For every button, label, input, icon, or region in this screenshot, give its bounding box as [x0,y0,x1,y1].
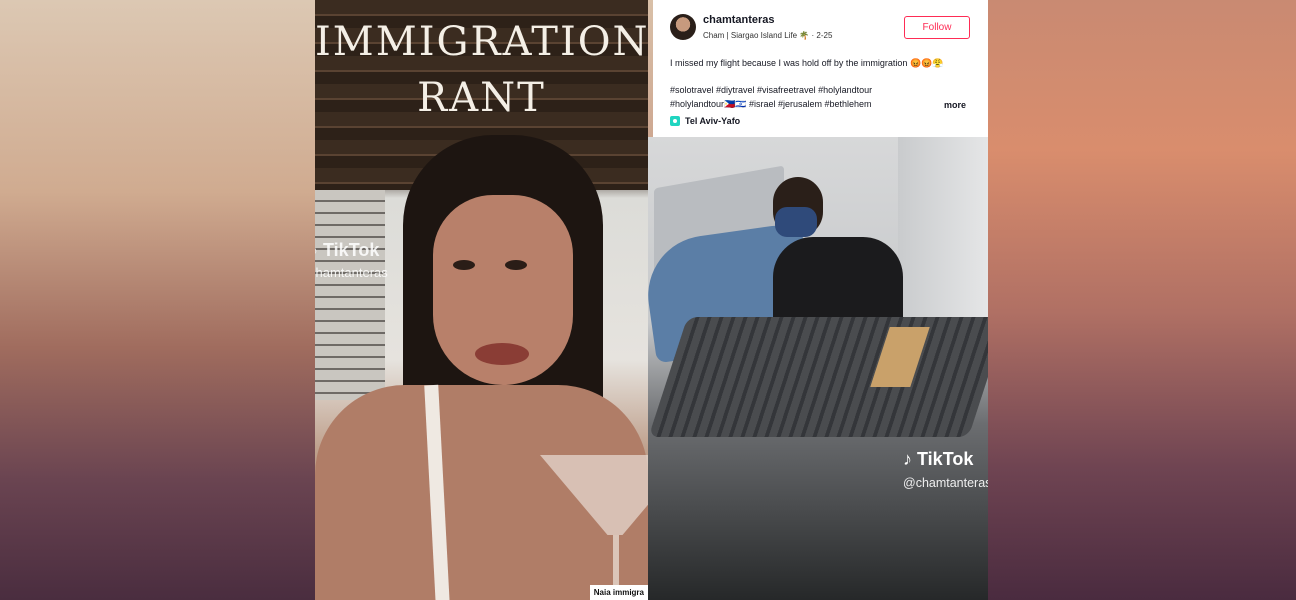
woman-figure [315,135,648,600]
post-card: chamtanteras Cham | Siargao Island Life … [653,0,988,137]
watermark-handle: chamtanteras [315,265,388,280]
face-mask [775,207,817,237]
watermark-handle: @chamtanteras [903,476,988,490]
hashtags-line2[interactable]: #holylandtour🇵🇭🇮🇱 #israel #jerusalem #be… [670,99,960,110]
tiktok-logo-icon: ♪ TikTok [903,449,974,469]
location-pin-icon [670,116,680,126]
video-title: IMMIGRATION RANT [315,14,648,126]
background-right [988,0,1296,600]
avatar[interactable] [670,14,696,40]
tiktok-logo-icon: ♪ TikTok [315,240,388,261]
left-video-frame[interactable]: IMMIGRATION RANT ♪ TikTok chamtanteras N… [315,0,648,600]
tiktok-brand-text: TikTok [323,240,380,260]
wall-panel [898,137,988,317]
tiktok-watermark-right: ♪ TikTok @chamtanteras [903,449,988,490]
airport-seats [648,317,988,437]
left-eye [453,260,475,270]
right-video-frame[interactable]: ♪ TikTok @chamtanteras [648,137,988,600]
background-left [0,0,315,600]
post-description: I missed my flight because I was hold of… [670,58,944,68]
video-title-line2: RANT [417,75,546,121]
tiktok-watermark-left: ♪ TikTok chamtanteras [315,240,388,280]
right-eye [505,260,527,270]
follow-button[interactable]: Follow [904,16,970,39]
traveler-figure [743,177,903,347]
lips [475,343,529,365]
caption-chip: Naia immigra [589,585,648,600]
video-title-line1: IMMIGRATION [315,19,648,65]
location-text: Tel Aviv-Yafo [685,116,741,126]
tiktok-brand-text: TikTok [917,449,974,469]
location-link[interactable]: Tel Aviv-Yafo [670,116,740,126]
hashtags-line1[interactable]: #solotravel #diytravel #visafreetravel #… [670,85,872,95]
more-link[interactable]: more [944,100,966,110]
background-building [315,190,385,400]
username[interactable]: chamtanteras [703,14,775,26]
author-subline: Cham | Siargao Island Life 🌴 · 2-25 [703,31,833,40]
